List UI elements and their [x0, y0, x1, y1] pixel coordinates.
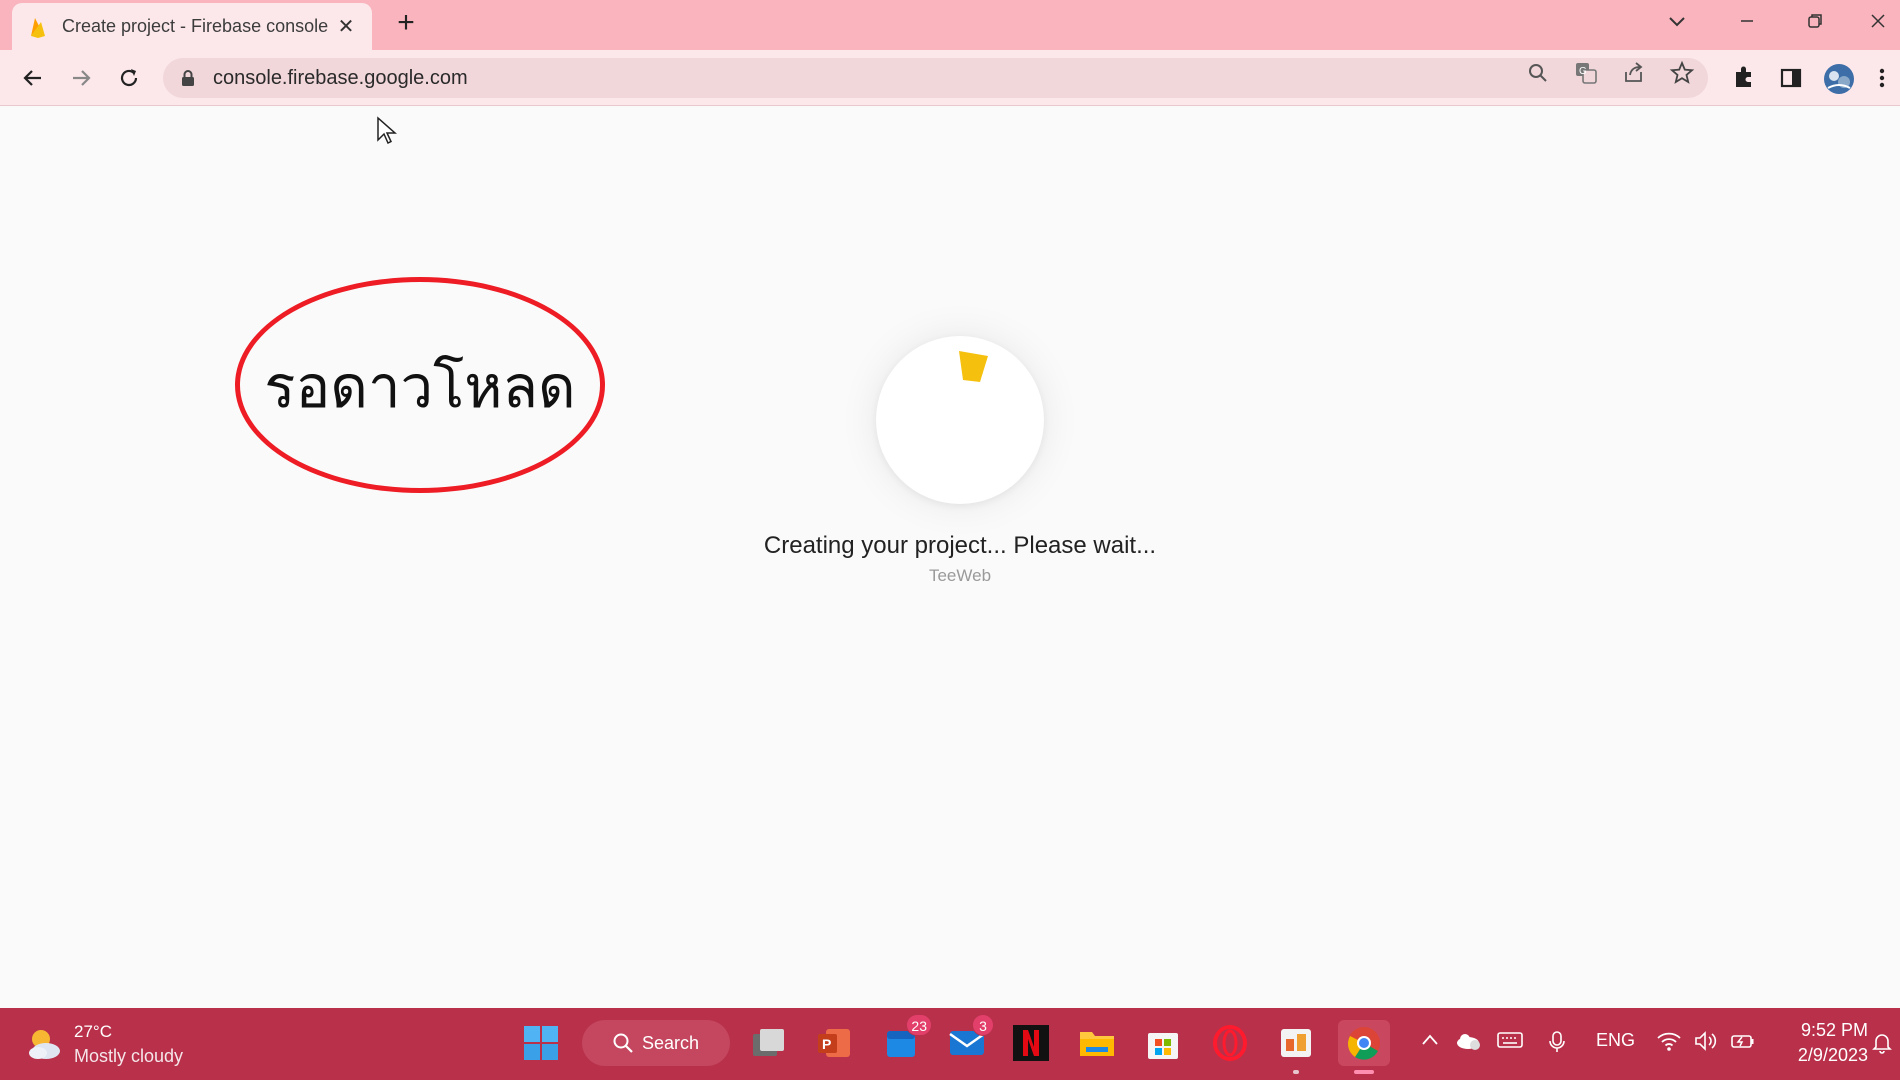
- task-view-button[interactable]: [746, 1020, 792, 1066]
- presentation-app[interactable]: [1273, 1020, 1319, 1074]
- weather-widget[interactable]: 27°C Mostly cloudy: [24, 1020, 183, 1068]
- clock-time: 9:52 PM: [1800, 1020, 1868, 1040]
- cloud-moon-icon: [29, 1030, 60, 1059]
- weather-condition: Mostly cloudy: [74, 1046, 184, 1066]
- opera-app[interactable]: [1207, 1020, 1253, 1066]
- new-tab-button[interactable]: +: [390, 8, 422, 40]
- firebase-icon: [28, 16, 48, 38]
- chrome-app[interactable]: [1338, 1020, 1390, 1074]
- mouse-cursor-icon: [376, 116, 398, 151]
- address-bar[interactable]: console.firebase.google.com: [163, 58, 1708, 98]
- extensions-icon[interactable]: [1728, 62, 1760, 94]
- tab-title: Create project - Firebase console: [62, 16, 329, 36]
- share-icon[interactable]: [1621, 60, 1647, 86]
- firebase-loading-icon: [959, 351, 988, 382]
- active-indicator: [1354, 1070, 1374, 1074]
- sidepanel-icon[interactable]: [1775, 62, 1807, 94]
- star-icon[interactable]: [1669, 60, 1695, 86]
- file-explorer-app[interactable]: [1074, 1020, 1120, 1066]
- weather-temperature: 27°C: [74, 1022, 112, 1041]
- battery-icon[interactable]: [1730, 1030, 1756, 1057]
- powerpoint-icon: P: [818, 1029, 850, 1057]
- notification-icon[interactable]: [1872, 1032, 1892, 1059]
- translate-icon[interactable]: G: [1573, 60, 1599, 86]
- microsoft-store-app[interactable]: [1140, 1020, 1186, 1066]
- url-text: console.firebase.google.com: [213, 66, 468, 89]
- windows-icon: [524, 1026, 558, 1060]
- taskbar-search[interactable]: Search: [582, 1020, 730, 1066]
- back-icon[interactable]: [17, 62, 49, 94]
- mail-badge: 3: [972, 1014, 994, 1036]
- teams-badge: 23: [906, 1014, 932, 1036]
- tab-strip: Create project - Firebase console ✕ +: [0, 0, 1900, 50]
- svg-text:G: G: [1579, 66, 1587, 77]
- browser-toolbar: console.firebase.google.com G: [0, 50, 1900, 106]
- svg-text:P: P: [822, 1036, 831, 1052]
- powerpoint-app[interactable]: P: [811, 1020, 857, 1066]
- close-icon[interactable]: ✕: [334, 14, 358, 39]
- mail-app[interactable]: 3: [944, 1014, 994, 1066]
- reload-icon[interactable]: [113, 62, 145, 94]
- microphone-icon[interactable]: [1547, 1030, 1567, 1059]
- search-icon: [613, 1033, 633, 1053]
- forward-icon[interactable]: [65, 62, 97, 94]
- clock-date: 2/9/2023: [1797, 1045, 1868, 1065]
- opera-icon: [1213, 1025, 1247, 1061]
- clock[interactable]: 9:52 PM 2/9/2023: [1772, 1018, 1868, 1068]
- keyboard-icon[interactable]: [1497, 1030, 1523, 1055]
- netflix-app[interactable]: [1008, 1020, 1054, 1066]
- start-button[interactable]: [518, 1020, 564, 1066]
- search-label: Search: [642, 1032, 700, 1053]
- language-indicator[interactable]: ENG: [1596, 1030, 1635, 1051]
- folder-icon: [1080, 1032, 1114, 1056]
- chevron-up-icon[interactable]: [1420, 1030, 1440, 1055]
- store-icon: [1148, 1033, 1178, 1059]
- wifi-icon[interactable]: [1656, 1030, 1682, 1057]
- chevron-down-icon[interactable]: [1652, 6, 1702, 36]
- annotation-text: รอดาวโหลด: [264, 353, 576, 421]
- lock-icon[interactable]: [181, 70, 195, 86]
- netflix-icon: [1013, 1025, 1049, 1061]
- teams-app[interactable]: 23: [878, 1014, 932, 1066]
- minimize-icon[interactable]: [1722, 6, 1772, 36]
- zoom-icon[interactable]: [1525, 60, 1551, 86]
- chrome-icon: [1347, 1027, 1380, 1060]
- menu-icon[interactable]: [1872, 62, 1892, 94]
- running-indicator: [1293, 1070, 1299, 1074]
- profile-avatar[interactable]: [1822, 62, 1854, 94]
- loading-spinner: [876, 336, 1044, 504]
- watermark-text: TeeWeb: [928, 566, 992, 585]
- onedrive-icon[interactable]: [1454, 1030, 1482, 1057]
- window-close-icon[interactable]: [1858, 6, 1898, 36]
- task-view-icon: [753, 1029, 784, 1056]
- volume-icon[interactable]: [1693, 1030, 1719, 1057]
- status-message: Creating your project... Please wait...: [763, 532, 1157, 559]
- windows-taskbar: 27°C Mostly cloudy Search P 23 3 ENG 9:5…: [0, 1008, 1900, 1080]
- presentation-icon: [1281, 1029, 1311, 1057]
- tab-firebase-console[interactable]: Create project - Firebase console ✕: [12, 3, 372, 50]
- restore-icon[interactable]: [1790, 6, 1840, 36]
